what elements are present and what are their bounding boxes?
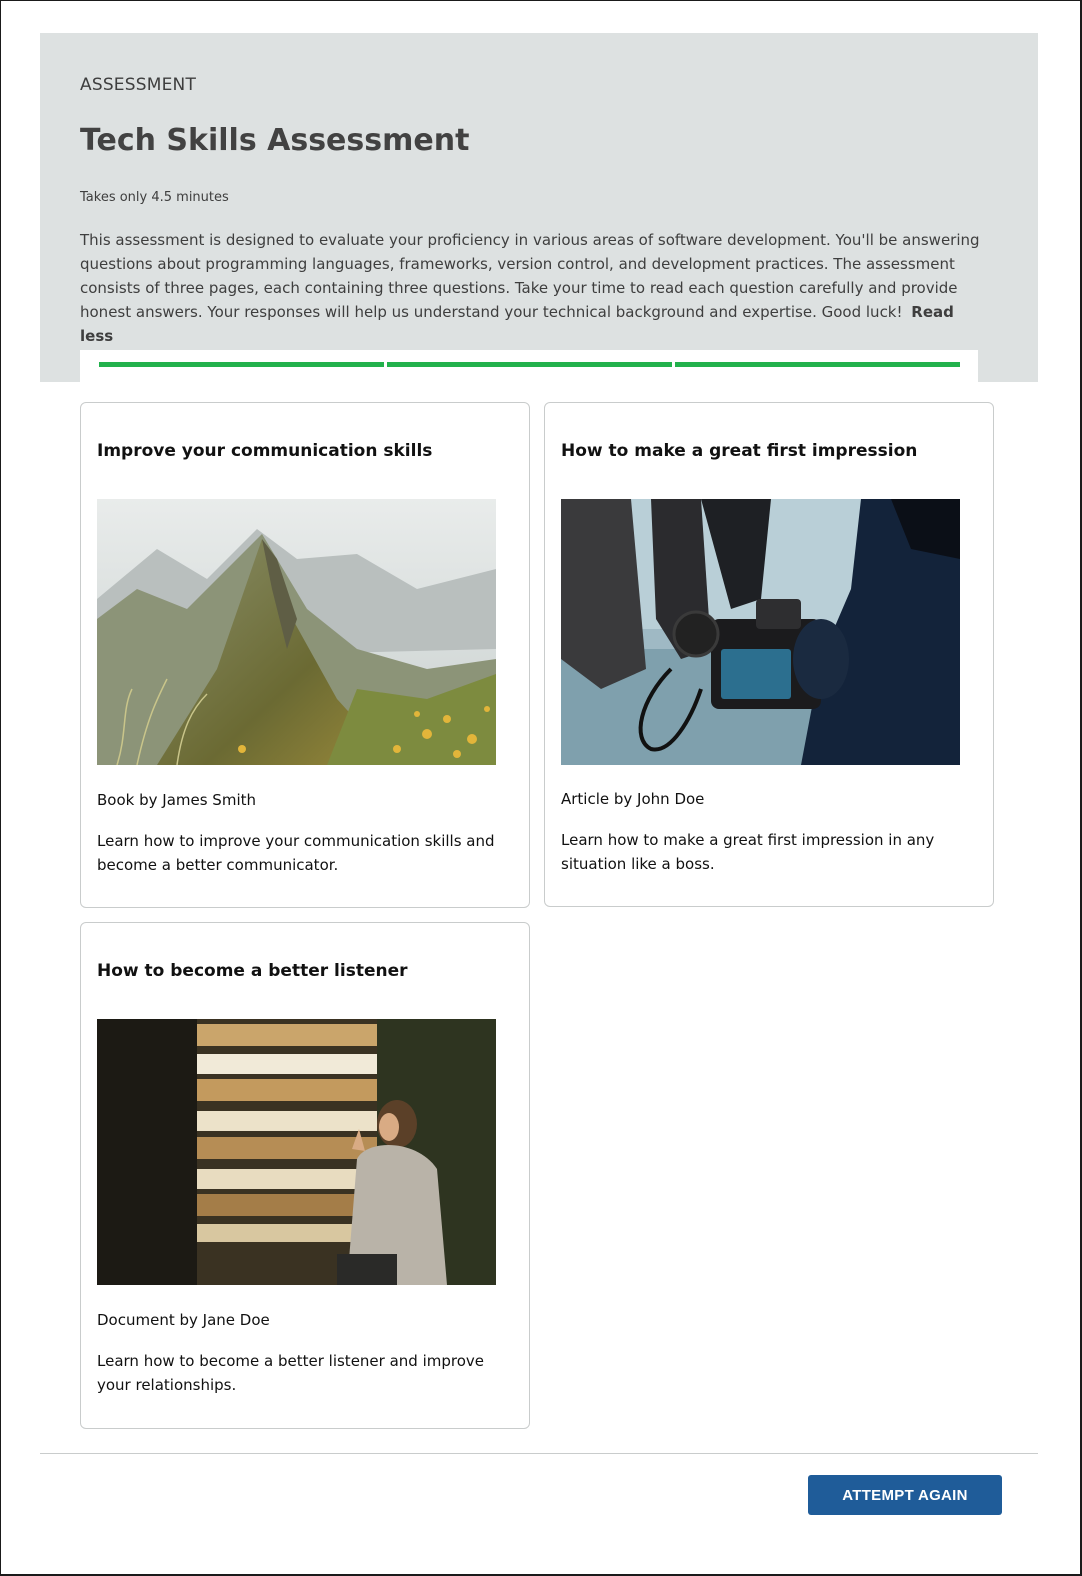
assessment-duration: Takes only 4.5 minutes (80, 190, 229, 205)
card-description: Learn how to become a better listener an… (97, 1352, 484, 1394)
card-description: Learn how to improve your communication … (97, 832, 495, 874)
resource-card[interactable]: How to make a great first impression Art… (544, 402, 994, 907)
resource-card[interactable]: Improve your communication skills Book b… (80, 402, 530, 908)
progress-bar (80, 350, 978, 382)
assessment-description: This assessment is designed to evaluate … (80, 228, 980, 348)
progress-segment-1 (99, 362, 384, 367)
card-title: Improve your communication skills (97, 441, 433, 461)
assessment-eyebrow: ASSESSMENT (80, 75, 197, 95)
page-frame: ASSESSMENT Tech Skills Assessment Takes … (0, 0, 1082, 1576)
card-image-camera (561, 499, 960, 765)
assessment-header: ASSESSMENT Tech Skills Assessment Takes … (40, 33, 1038, 382)
card-image-window (97, 1019, 496, 1285)
resource-card[interactable]: How to become a better listener Document… (80, 922, 530, 1429)
card-title: How to become a better listener (97, 961, 408, 981)
card-description: Learn how to make a great first impressi… (561, 831, 935, 873)
card-meta: Article by John Doe (561, 790, 705, 808)
progress-segment-2 (387, 362, 672, 367)
card-image-mountain (97, 499, 496, 765)
attempt-again-button[interactable]: ATTEMPT AGAIN (808, 1475, 1002, 1515)
card-meta: Book by James Smith (97, 791, 256, 809)
footer-divider (40, 1453, 1038, 1454)
page-title: Tech Skills Assessment (80, 123, 470, 158)
card-meta: Document by Jane Doe (97, 1311, 270, 1329)
card-title: How to make a great first impression (561, 441, 918, 461)
progress-segment-3 (675, 362, 960, 367)
assessment-description-text: This assessment is designed to evaluate … (80, 231, 980, 321)
